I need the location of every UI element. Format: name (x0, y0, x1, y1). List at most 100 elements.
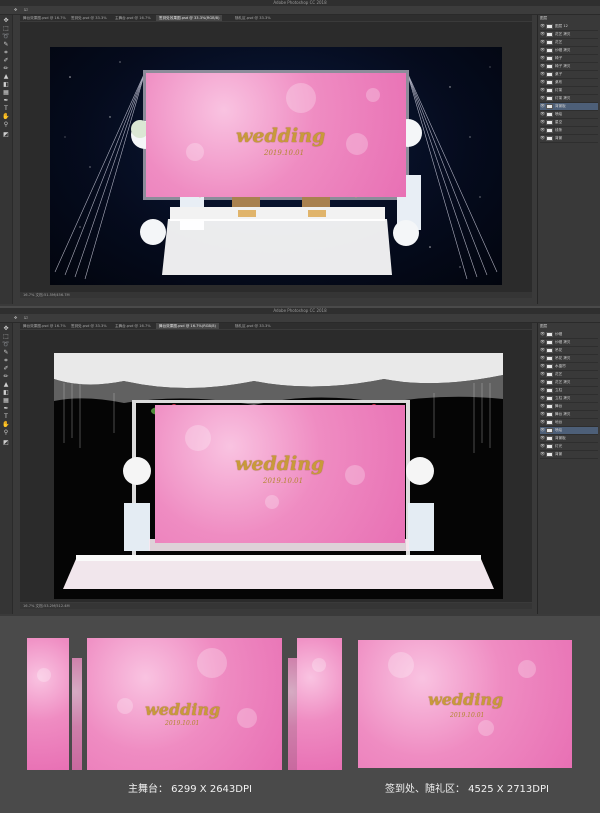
marquee-tool-icon[interactable]: ⬚ (2, 333, 10, 340)
stamp-tool-icon[interactable]: ▲ (2, 381, 10, 388)
visibility-eye-icon[interactable]: 👁 (540, 136, 545, 140)
hand-tool-icon[interactable]: ✋ (2, 113, 10, 120)
gradient-tool-icon[interactable]: ▦ (2, 397, 10, 404)
tab-doc-5[interactable]: 随礼区.psd @ 33.3% (232, 323, 274, 329)
visibility-eye-icon[interactable]: 👁 (540, 32, 545, 36)
tab-doc-1[interactable]: 舞台效果图.psd @ 16.7% (20, 323, 69, 329)
layer-row[interactable]: 👁 地台 (540, 419, 598, 427)
lasso-tool-icon[interactable]: ➰ (2, 33, 10, 40)
visibility-eye-icon[interactable]: 👁 (540, 436, 545, 440)
layer-row[interactable]: 👁 灯光 (540, 443, 598, 451)
layer-row[interactable]: 👁 纱幔 拷贝 (540, 47, 598, 55)
layer-row[interactable]: 👁 舞台 (540, 403, 598, 411)
crop-tool-icon[interactable]: ⌗ (2, 49, 10, 56)
visibility-eye-icon[interactable]: 👁 (540, 348, 545, 352)
visibility-eye-icon[interactable]: 👁 (540, 96, 545, 100)
layer-row[interactable]: 👁 花艺 拷贝 (540, 379, 598, 387)
color-swatch-icon[interactable]: ◩ (2, 439, 10, 446)
layer-row[interactable]: 👁 桌子 (540, 71, 598, 79)
visibility-eye-icon[interactable]: 👁 (540, 452, 545, 456)
tab-doc-5[interactable]: 随礼区.psd @ 33.3% (232, 15, 274, 21)
layer-row[interactable]: 👁 背景 (540, 451, 598, 459)
layer-row[interactable]: 👁 背景板 (540, 435, 598, 443)
quick-select-icon[interactable]: ✎ (2, 41, 10, 48)
eyedropper-icon[interactable]: ✐ (2, 365, 10, 372)
visibility-eye-icon[interactable]: 👁 (540, 380, 545, 384)
layer-row[interactable]: 👁 椅子 (540, 55, 598, 63)
visibility-eye-icon[interactable]: 👁 (540, 40, 545, 44)
gradient-tool-icon[interactable]: ▦ (2, 89, 10, 96)
layer-row[interactable]: 👁 椅子 拷贝 (540, 63, 598, 71)
layer-row[interactable]: 👁 立柱 (540, 387, 598, 395)
move-tool-icon[interactable]: ✥ (2, 325, 10, 332)
auto-select-checkbox[interactable]: ☑ (24, 6, 28, 14)
visibility-eye-icon[interactable]: 👁 (540, 412, 545, 416)
quick-select-icon[interactable]: ✎ (2, 349, 10, 356)
eraser-tool-icon[interactable]: ◧ (2, 389, 10, 396)
visibility-eye-icon[interactable]: 👁 (540, 112, 545, 116)
visibility-eye-icon[interactable]: 👁 (540, 404, 545, 408)
visibility-eye-icon[interactable]: 👁 (540, 372, 545, 376)
stamp-tool-icon[interactable]: ▲ (2, 73, 10, 80)
marquee-tool-icon[interactable]: ⬚ (2, 25, 10, 32)
layer-row[interactable]: 👁 花艺 (540, 371, 598, 379)
layer-row[interactable]: 👁 水晶帘 (540, 363, 598, 371)
layer-row[interactable]: 👁 花艺 (540, 39, 598, 47)
visibility-eye-icon[interactable]: 👁 (540, 48, 545, 52)
layer-row[interactable]: 👁 星空 (540, 119, 598, 127)
layer-row[interactable]: 👁 吊花 拷贝 (540, 355, 598, 363)
visibility-eye-icon[interactable]: 👁 (540, 24, 545, 28)
layer-row[interactable]: 👁 纱幔 拷贝 (540, 339, 598, 347)
visibility-eye-icon[interactable]: 👁 (540, 364, 545, 368)
visibility-eye-icon[interactable]: 👁 (540, 340, 545, 344)
hand-tool-icon[interactable]: ✋ (2, 421, 10, 428)
tab-doc-3[interactable]: 主舞台.psd @ 16.7% (112, 323, 154, 329)
crop-tool-icon[interactable]: ⌗ (2, 357, 10, 364)
pen-tool-icon[interactable]: ✒ (2, 97, 10, 104)
visibility-eye-icon[interactable]: 👁 (540, 396, 545, 400)
visibility-eye-icon[interactable]: 👁 (540, 128, 545, 132)
visibility-eye-icon[interactable]: 👁 (540, 388, 545, 392)
layer-row[interactable]: 👁 桌布 (540, 79, 598, 87)
move-tool-icon[interactable]: ✥ (2, 17, 10, 24)
visibility-eye-icon[interactable]: 👁 (540, 356, 545, 360)
brush-tool-icon[interactable]: ✏ (2, 65, 10, 72)
tab-doc-2[interactable]: 签到处.psd @ 33.3% (68, 15, 110, 21)
layer-row[interactable]: 👁 立柱 拷贝 (540, 395, 598, 403)
brush-tool-icon[interactable]: ✏ (2, 373, 10, 380)
type-tool-icon[interactable]: T (2, 413, 10, 420)
layer-row[interactable]: 👁 背景板 (540, 103, 598, 111)
layer-row[interactable]: 👁 喷绘 (540, 427, 598, 435)
tab-doc-2[interactable]: 签到处.psd @ 33.3% (68, 323, 110, 329)
visibility-eye-icon[interactable]: 👁 (540, 80, 545, 84)
color-swatch-icon[interactable]: ◩ (2, 131, 10, 138)
zoom-tool-icon[interactable]: ⚲ (2, 121, 10, 128)
visibility-eye-icon[interactable]: 👁 (540, 420, 545, 424)
visibility-eye-icon[interactable]: 👁 (540, 72, 545, 76)
layer-row[interactable]: 👁 纱幔 (540, 331, 598, 339)
layer-row[interactable]: 👁 吊花 (540, 347, 598, 355)
layer-row[interactable]: 👁 图层 12 (540, 23, 598, 31)
layer-row[interactable]: 👁 花艺 拷贝 (540, 31, 598, 39)
tab-doc-3[interactable]: 主舞台.psd @ 16.7% (112, 15, 154, 21)
visibility-eye-icon[interactable]: 👁 (540, 444, 545, 448)
tab-doc-active[interactable]: 舞台效果图.psd @ 16.7%(RGB/8) (156, 323, 219, 329)
layer-row[interactable]: 👁 喷绘 (540, 111, 598, 119)
auto-select-checkbox[interactable]: ☑ (24, 314, 28, 322)
zoom-tool-icon[interactable]: ⚲ (2, 429, 10, 436)
visibility-eye-icon[interactable]: 👁 (540, 104, 545, 108)
layer-row[interactable]: 👁 灯架 拷贝 (540, 95, 598, 103)
visibility-eye-icon[interactable]: 👁 (540, 332, 545, 336)
tab-doc-active[interactable]: 签到处效果图.psd @ 33.3%(RGB/8) (156, 15, 223, 21)
visibility-eye-icon[interactable]: 👁 (540, 428, 545, 432)
move-tool-icon[interactable]: ✥ (14, 314, 17, 322)
layer-row[interactable]: 👁 舞台 拷贝 (540, 411, 598, 419)
layer-row[interactable]: 👁 线条 (540, 127, 598, 135)
eraser-tool-icon[interactable]: ◧ (2, 81, 10, 88)
layer-row[interactable]: 👁 背景 (540, 135, 598, 143)
visibility-eye-icon[interactable]: 👁 (540, 88, 545, 92)
type-tool-icon[interactable]: T (2, 105, 10, 112)
eyedropper-icon[interactable]: ✐ (2, 57, 10, 64)
move-tool-icon[interactable]: ✥ (14, 6, 17, 14)
lasso-tool-icon[interactable]: ➰ (2, 341, 10, 348)
